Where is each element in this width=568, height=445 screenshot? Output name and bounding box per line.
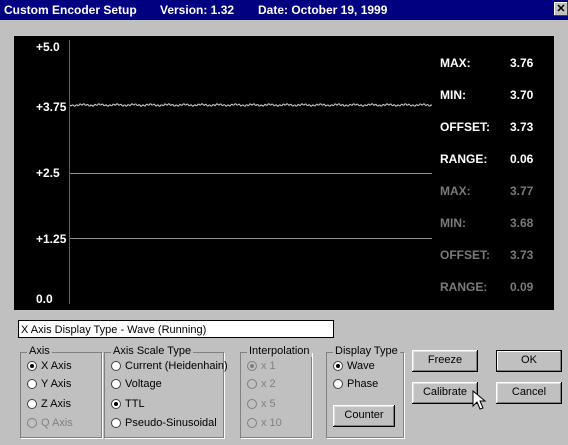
radio-x10-label: x 10 — [261, 417, 282, 429]
radio-ttl[interactable]: TTL — [111, 398, 145, 410]
stat-offset-value: 3.73 — [510, 120, 534, 134]
radio-current-circle — [111, 361, 121, 371]
radio-x5-label: x 5 — [261, 398, 276, 410]
radio-wave-label: Wave — [347, 360, 375, 372]
y-label-2-5: +2.5 — [36, 166, 60, 180]
radio-x-axis-label: X Axis — [41, 360, 72, 372]
radio-y-axis-label: Y Axis — [41, 378, 72, 390]
y-label-1-25: +1.25 — [36, 232, 67, 246]
window-title: Custom Encoder Setup — [4, 3, 137, 17]
radio-voltage-circle — [111, 379, 121, 389]
radio-pseudo-sinusoidal-label: Pseudo-Sinusoidal — [125, 417, 217, 429]
signal-trace — [70, 103, 432, 107]
radio-voltage-label: Voltage — [125, 378, 162, 390]
date-label: Date: October 19, 1999 — [258, 3, 388, 17]
radio-dot-icon — [336, 364, 340, 368]
y-label-3-75: +3.75 — [36, 100, 67, 114]
radio-x1-circle — [247, 361, 257, 371]
radio-x5[interactable]: x 5 — [247, 398, 276, 410]
calibrate-button[interactable]: Calibrate — [412, 382, 478, 404]
close-icon: ✕ — [556, 3, 566, 15]
status-line: X Axis Display Type - Wave (Running) — [18, 320, 334, 338]
y-label-0: 0.0 — [36, 292, 53, 306]
prev-range-label: RANGE: — [440, 280, 488, 294]
prev-max-label: MAX: — [440, 184, 471, 198]
radio-phase-circle — [333, 379, 343, 389]
radio-voltage[interactable]: Voltage — [111, 378, 162, 390]
counter-button[interactable]: Counter — [333, 405, 395, 427]
interpolation-group: Interpolation x 1 x 2 x 5 x 10 — [240, 345, 312, 438]
radio-phase-label: Phase — [347, 378, 379, 390]
radio-x10-circle — [247, 418, 257, 428]
stat-min-label: MIN: — [440, 88, 466, 102]
radio-wave[interactable]: Wave — [333, 360, 375, 372]
radio-z-axis-circle — [27, 399, 37, 409]
radio-x1-label: x 1 — [261, 360, 276, 372]
radio-phase[interactable]: Phase — [333, 378, 378, 390]
display-type-group: Display Type Wave Phase Counter — [326, 345, 404, 438]
gridline-1-25 — [70, 238, 432, 239]
radio-x10[interactable]: x 10 — [247, 417, 282, 429]
stat-offset-label: OFFSET: — [440, 120, 490, 134]
radio-wave-circle — [333, 361, 343, 371]
radio-y-axis[interactable]: Y Axis — [27, 378, 71, 390]
radio-dot-icon — [250, 364, 254, 368]
radio-x2[interactable]: x 2 — [247, 378, 276, 390]
axis-group: Axis X Axis Y Axis Z Axis Q Axis — [20, 345, 102, 438]
radio-x1[interactable]: x 1 — [247, 360, 276, 372]
stat-range-value: 0.06 — [510, 152, 534, 166]
prev-range-value: 0.09 — [510, 280, 534, 294]
cancel-button[interactable]: Cancel — [496, 382, 562, 404]
stat-max-label: MAX: — [440, 56, 471, 70]
title-bar: Custom Encoder Setup Version: 1.32 Date:… — [0, 0, 568, 20]
radio-q-axis-label: Q Axis — [41, 417, 73, 429]
stat-range-label: RANGE: — [440, 152, 488, 166]
radio-pseudo-sinusoidal-circle — [111, 418, 121, 428]
radio-current[interactable]: Current (Heidenhain) — [111, 360, 228, 372]
radio-q-axis[interactable]: Q Axis — [27, 417, 73, 429]
gridline-2-5 — [70, 173, 432, 174]
radio-x5-circle — [247, 399, 257, 409]
ok-button[interactable]: OK — [496, 350, 562, 372]
pointer-cursor-icon — [472, 390, 487, 410]
stat-min-value: 3.70 — [510, 88, 534, 102]
version-label: Version: 1.32 — [160, 3, 235, 17]
prev-min-label: MIN: — [440, 216, 466, 230]
radio-x2-circle — [247, 379, 257, 389]
freeze-button[interactable]: Freeze — [412, 350, 478, 372]
axis-group-title: Axis — [27, 345, 52, 357]
radio-y-axis-circle — [27, 379, 37, 389]
y-label-5: +5.0 — [36, 40, 60, 54]
radio-x2-label: x 2 — [261, 378, 276, 390]
radio-x-axis-circle — [27, 361, 37, 371]
radio-x-axis[interactable]: X Axis — [27, 360, 72, 372]
radio-dot-icon — [114, 402, 118, 406]
radio-z-axis[interactable]: Z Axis — [27, 398, 71, 410]
radio-pseudo-sinusoidal[interactable]: Pseudo-Sinusoidal — [111, 417, 217, 429]
radio-current-label: Current (Heidenhain) — [125, 360, 228, 372]
radio-z-axis-label: Z Axis — [41, 398, 71, 410]
interpolation-title: Interpolation — [247, 345, 312, 357]
scale-type-title: Axis Scale Type — [111, 345, 194, 357]
scale-type-group: Axis Scale Type Current (Heidenhain) Vol… — [104, 345, 228, 438]
radio-ttl-label: TTL — [125, 398, 145, 410]
stat-max-value: 3.76 — [510, 56, 534, 70]
display-type-title: Display Type — [333, 345, 400, 357]
prev-max-value: 3.77 — [510, 184, 534, 198]
radio-ttl-circle — [111, 399, 121, 409]
prev-offset-value: 3.73 — [510, 248, 534, 262]
signal-display: +5.0 +3.75 +2.5 +1.25 0.0 MAX: 3.76 MIN:… — [14, 36, 554, 310]
prev-offset-label: OFFSET: — [440, 248, 490, 262]
radio-dot-icon — [30, 364, 34, 368]
radio-q-axis-circle — [27, 418, 37, 428]
prev-min-value: 3.68 — [510, 216, 534, 230]
close-button[interactable]: ✕ — [554, 2, 568, 16]
y-axis — [69, 40, 70, 304]
